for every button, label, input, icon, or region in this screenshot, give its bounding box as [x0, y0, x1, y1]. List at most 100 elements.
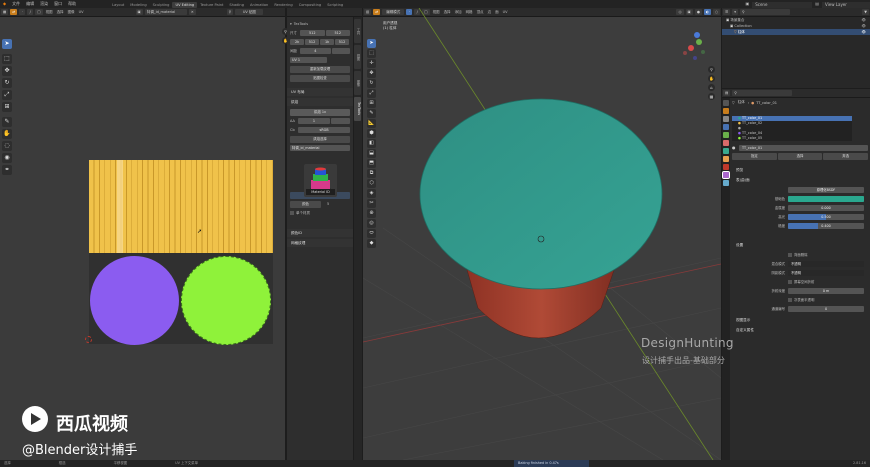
workspace-tab[interactable]: Animation: [247, 2, 271, 8]
uv-menu-item[interactable]: 视图: [44, 10, 55, 15]
outliner-editor-icon[interactable]: ☰: [723, 9, 731, 15]
sync-selection-icon[interactable]: ⇄: [10, 9, 18, 15]
workspace-tab[interactable]: Rendering: [271, 2, 295, 8]
size-preset-button[interactable]: 512: [305, 39, 319, 45]
material-action-button[interactable]: 选择: [777, 153, 823, 160]
menu-item[interactable]: 窗口: [51, 0, 65, 8]
viewport-pan-icon[interactable]: ✋: [708, 75, 715, 82]
camera-view-icon[interactable]: ⌂: [708, 84, 715, 91]
blender-logo-icon[interactable]: ◆: [0, 0, 9, 8]
settings-dropdown[interactable]: 不透明: [788, 260, 864, 267]
section-preview[interactable]: 预览: [732, 166, 868, 174]
image-name-field[interactable]: 特调_id_material: [144, 9, 187, 15]
properties-tab-icon[interactable]: [723, 180, 729, 186]
relax-icon[interactable]: ◌: [2, 141, 12, 151]
uv-island-purple[interactable]: [90, 256, 179, 345]
section-bake[interactable]: 烘焙: [287, 98, 353, 106]
material-slot-list[interactable]: ● TT_color_01 ● TT_color_02 ● ● TT_color_0…: [732, 116, 852, 141]
settings-checkbox-icon[interactable]: [788, 252, 792, 257]
properties-tab-icon[interactable]: [723, 156, 729, 162]
shader-field-value[interactable]: 0.400: [788, 222, 864, 229]
properties-editor-icon[interactable]: ▤: [723, 90, 731, 96]
workspace-tab[interactable]: Sculpting: [150, 2, 173, 8]
menu-item[interactable]: 文件: [9, 0, 23, 8]
select-mode-vertex-icon[interactable]: ·: [19, 9, 26, 15]
scene-selector[interactable]: Scene: [752, 1, 813, 8]
size-preset-button[interactable]: 512: [335, 39, 349, 45]
material-action-button[interactable]: 弃选: [823, 153, 869, 160]
workspace-tab[interactable]: Scripting: [324, 2, 346, 8]
material-action-button[interactable]: 指定: [732, 153, 777, 160]
move-icon[interactable]: ✥: [2, 66, 12, 76]
image-browse-icon[interactable]: ▣: [135, 9, 143, 15]
aa-field[interactable]: 1: [298, 118, 330, 124]
sew-icon[interactable]: ⚭: [2, 165, 12, 175]
size-x-field[interactable]: 512: [300, 30, 325, 36]
annotate-icon[interactable]: ✎: [2, 117, 12, 127]
sidebar-tab[interactable]: 图像: [354, 71, 361, 95]
checker-map-button[interactable]: 贴图检查: [290, 74, 350, 82]
select-box-icon[interactable]: ⬚: [2, 54, 12, 64]
size-preset-button[interactable]: 2k: [290, 39, 304, 45]
properties-search[interactable]: ⚲: [732, 90, 793, 96]
uv-map-dropdown[interactable]: UV 贴图: [235, 9, 264, 15]
workspace-tab[interactable]: Layout: [109, 2, 127, 8]
viewport-zoom-icon[interactable]: ⚲: [708, 66, 715, 73]
collapse-icon[interactable]: ▾: [290, 22, 292, 26]
padding-field[interactable]: 4: [300, 48, 331, 54]
settings-dropdown[interactable]: 不透明: [788, 269, 864, 276]
section-color-id[interactable]: 颜色ID: [287, 229, 353, 237]
view-layer-selector[interactable]: View Layer: [822, 1, 870, 8]
workspace-tab[interactable]: Shading: [226, 2, 247, 8]
workspace-tab[interactable]: UV Editing: [172, 1, 198, 8]
properties-tab-icon[interactable]: [723, 100, 729, 106]
padding-options-field[interactable]: [331, 48, 350, 54]
scale-icon[interactable]: ⤢: [2, 90, 12, 100]
pinch-icon[interactable]: ◉: [2, 153, 12, 163]
image-close-icon[interactable]: ✕: [188, 9, 196, 15]
bake-mode-dropdown[interactable]: 特调_id_material: [290, 145, 350, 151]
grab-icon[interactable]: ✋: [2, 129, 12, 139]
outliner-search-icon[interactable]: ⚲: [740, 9, 791, 15]
pin-icon[interactable]: ⚲: [226, 9, 234, 15]
size-y-field[interactable]: 512: [325, 30, 350, 36]
properties-tab-icon[interactable]: [723, 132, 729, 138]
properties-tab-icon[interactable]: [723, 116, 729, 122]
select-mode-edge-icon[interactable]: /: [27, 9, 34, 15]
menu-item[interactable]: 帮助: [65, 0, 79, 8]
display-mode-icon[interactable]: ▾: [732, 9, 739, 15]
filter-icon[interactable]: ▼: [862, 9, 869, 15]
bake-button[interactable]: 烘焙 1x: [290, 108, 350, 116]
menu-item[interactable]: 编辑: [23, 0, 37, 8]
properties-tab-icon[interactable]: [723, 148, 729, 154]
material-name-field[interactable]: TT_color_01: [739, 144, 868, 151]
cursor-arrow-icon[interactable]: ➤: [2, 39, 12, 49]
visibility-eye-icon[interactable]: 👁: [862, 29, 866, 35]
reload-textures-button[interactable]: 重新加载纹理: [290, 65, 350, 73]
select-mode-face-icon[interactable]: □: [35, 9, 43, 15]
section-settings[interactable]: 设置: [732, 241, 868, 249]
uv-texture-image[interactable]: [89, 160, 273, 345]
sidebar-tab[interactable]: TexTools: [354, 97, 361, 121]
section-uv-layout[interactable]: UV 布局: [287, 88, 353, 96]
transform-icon[interactable]: ⊞: [2, 102, 12, 112]
surface-shader-field[interactable]: 原理化BSDF: [788, 186, 864, 193]
uv-island-green[interactable]: [181, 256, 271, 345]
workspace-tab[interactable]: Modeling: [127, 2, 149, 8]
section-surface[interactable]: 表(曲)面: [732, 176, 868, 184]
material-browse-icon[interactable]: ●: [732, 145, 739, 150]
settings-number-field[interactable]: 0: [788, 305, 864, 312]
menu-item[interactable]: 渲染: [37, 0, 51, 8]
aa-options-field[interactable]: [330, 118, 350, 124]
settings-checkbox-icon[interactable]: [788, 279, 792, 284]
section-custom-properties[interactable]: 自定义属性: [732, 326, 868, 334]
properties-tab-icon[interactable]: [723, 140, 729, 146]
settings-checkbox-icon[interactable]: [788, 297, 792, 302]
sidebar-tab[interactable]: 视图: [354, 45, 361, 69]
settings-number-field[interactable]: 0 m: [788, 287, 864, 294]
perspective-toggle-icon[interactable]: ▦: [708, 93, 715, 100]
editor-type-icon[interactable]: ▦: [1, 9, 9, 15]
shader-field-value[interactable]: 0.500: [788, 213, 864, 220]
sidebar-tab[interactable]: 工具: [354, 19, 361, 43]
color-space-field[interactable]: sRGB: [298, 127, 350, 133]
